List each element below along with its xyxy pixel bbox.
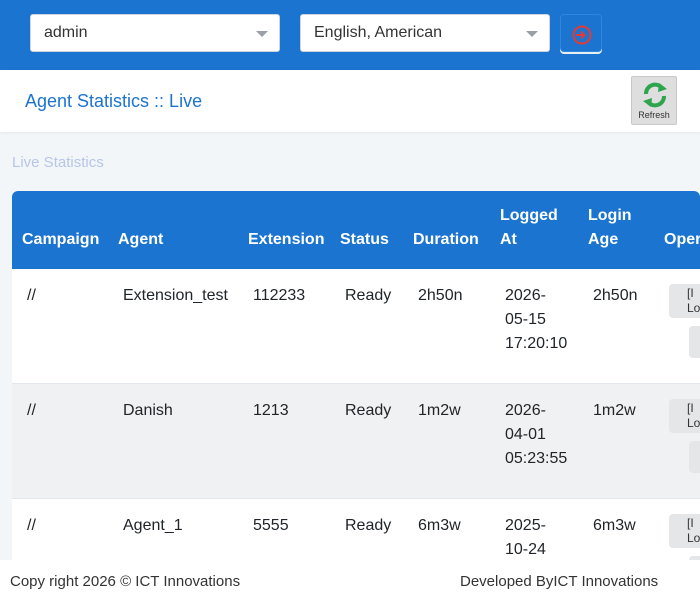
cell-login-age: 1m2w: [578, 383, 654, 499]
logout-button[interactable]: [560, 14, 602, 52]
column-header-logged-at[interactable]: Logged At: [490, 191, 578, 269]
logged-at-date-part2: 05-15: [505, 311, 546, 328]
cell-duration: 6m3w: [403, 498, 490, 560]
chevron-down-icon: [256, 31, 268, 37]
cell-status: Ready: [330, 383, 403, 499]
column-header-campaign[interactable]: Campaign: [12, 191, 108, 269]
cell-login-age: 6m3w: [578, 498, 654, 560]
cell-agent: Extension_test: [108, 269, 238, 384]
user-select[interactable]: admin: [30, 14, 280, 52]
refresh-button[interactable]: Refresh: [631, 76, 677, 125]
language-select[interactable]: English, American: [300, 14, 550, 52]
top-bar: admin English, American: [0, 0, 700, 70]
copyright-text: Copy right 2026 © ICT Innovations: [10, 573, 241, 590]
cell-campaign: //: [12, 498, 108, 560]
developer-credit: Developed ByICT Innovations: [460, 573, 659, 590]
cell-agent: Danish: [108, 383, 238, 499]
logged-at-date-part2: 04-01: [505, 426, 546, 443]
cell-status: Ready: [330, 498, 403, 560]
cell-extension: 5555: [238, 498, 330, 560]
live-stats-table: Campaign Agent Extension Status Duration…: [12, 191, 700, 560]
table-header-row: Campaign Agent Extension Status Duration…: [12, 191, 700, 269]
column-header-agent[interactable]: Agent: [108, 191, 238, 269]
cell-logged-at: 2026- 04-01 05:23:55: [490, 383, 578, 499]
table-row: // Danish 1213 Ready 1m2w 2026- 04-01 05…: [12, 383, 700, 499]
column-header-login-age[interactable]: Login Age: [578, 191, 654, 269]
page-title: Agent Statistics :: Live: [25, 91, 203, 111]
column-header-duration[interactable]: Duration: [403, 191, 490, 269]
section-title: Live Statistics: [12, 154, 104, 171]
chevron-down-icon: [526, 31, 538, 37]
cell-logged-at: 2026- 05-15 17:20:10: [490, 269, 578, 384]
operation-button[interactable]: [689, 441, 700, 473]
logged-at-time: 05:23:55: [505, 450, 568, 467]
logout-agent-button[interactable]: [I Lo: [669, 514, 700, 548]
refresh-label: Refresh: [638, 110, 670, 120]
user-select-value: admin: [44, 24, 88, 41]
cell-agent: Agent_1: [108, 498, 238, 560]
logged-at-date-part2: 10-24: [505, 541, 546, 558]
footer: Copy right 2026 © ICT Innovations Develo…: [0, 560, 700, 600]
language-select-value: English, American: [314, 24, 443, 41]
table-row: // Extension_test 112233 Ready 2h50n 202…: [12, 269, 700, 384]
cell-campaign: //: [12, 383, 108, 499]
cell-operations: [I Lo: [654, 498, 700, 560]
logged-at-date-part1: 2025-: [505, 517, 546, 534]
cell-login-age: 2h50n: [578, 269, 654, 384]
operation-button[interactable]: [689, 326, 700, 358]
logout-icon: [572, 25, 592, 45]
logged-at-date-part1: 2026-: [505, 402, 546, 419]
logged-at-date-part1: 2026-: [505, 287, 546, 304]
table-row: // Agent_1 5555 Ready 6m3w 2025- 10-24 6…: [12, 498, 700, 560]
cell-duration: 1m2w: [403, 383, 490, 499]
cell-logged-at: 2025- 10-24: [490, 498, 578, 560]
cell-campaign: //: [12, 269, 108, 384]
cell-operations: [I Lo: [654, 269, 700, 384]
logged-at-time: 17:20:10: [505, 335, 568, 352]
cell-duration: 2h50n: [403, 269, 490, 384]
logout-agent-button[interactable]: [I Lo: [669, 399, 700, 433]
cell-operations: [I Lo: [654, 383, 700, 499]
cell-status: Ready: [330, 269, 403, 384]
column-header-status[interactable]: Status: [330, 191, 403, 269]
refresh-icon: [643, 82, 667, 108]
page-header: Agent Statistics :: Live Refresh: [0, 70, 700, 132]
logout-agent-button[interactable]: [I Lo: [669, 284, 700, 318]
column-header-operations[interactable]: Oper: [654, 191, 700, 269]
cell-extension: 112233: [238, 269, 330, 384]
column-header-extension[interactable]: Extension: [238, 191, 330, 269]
cell-extension: 1213: [238, 383, 330, 499]
